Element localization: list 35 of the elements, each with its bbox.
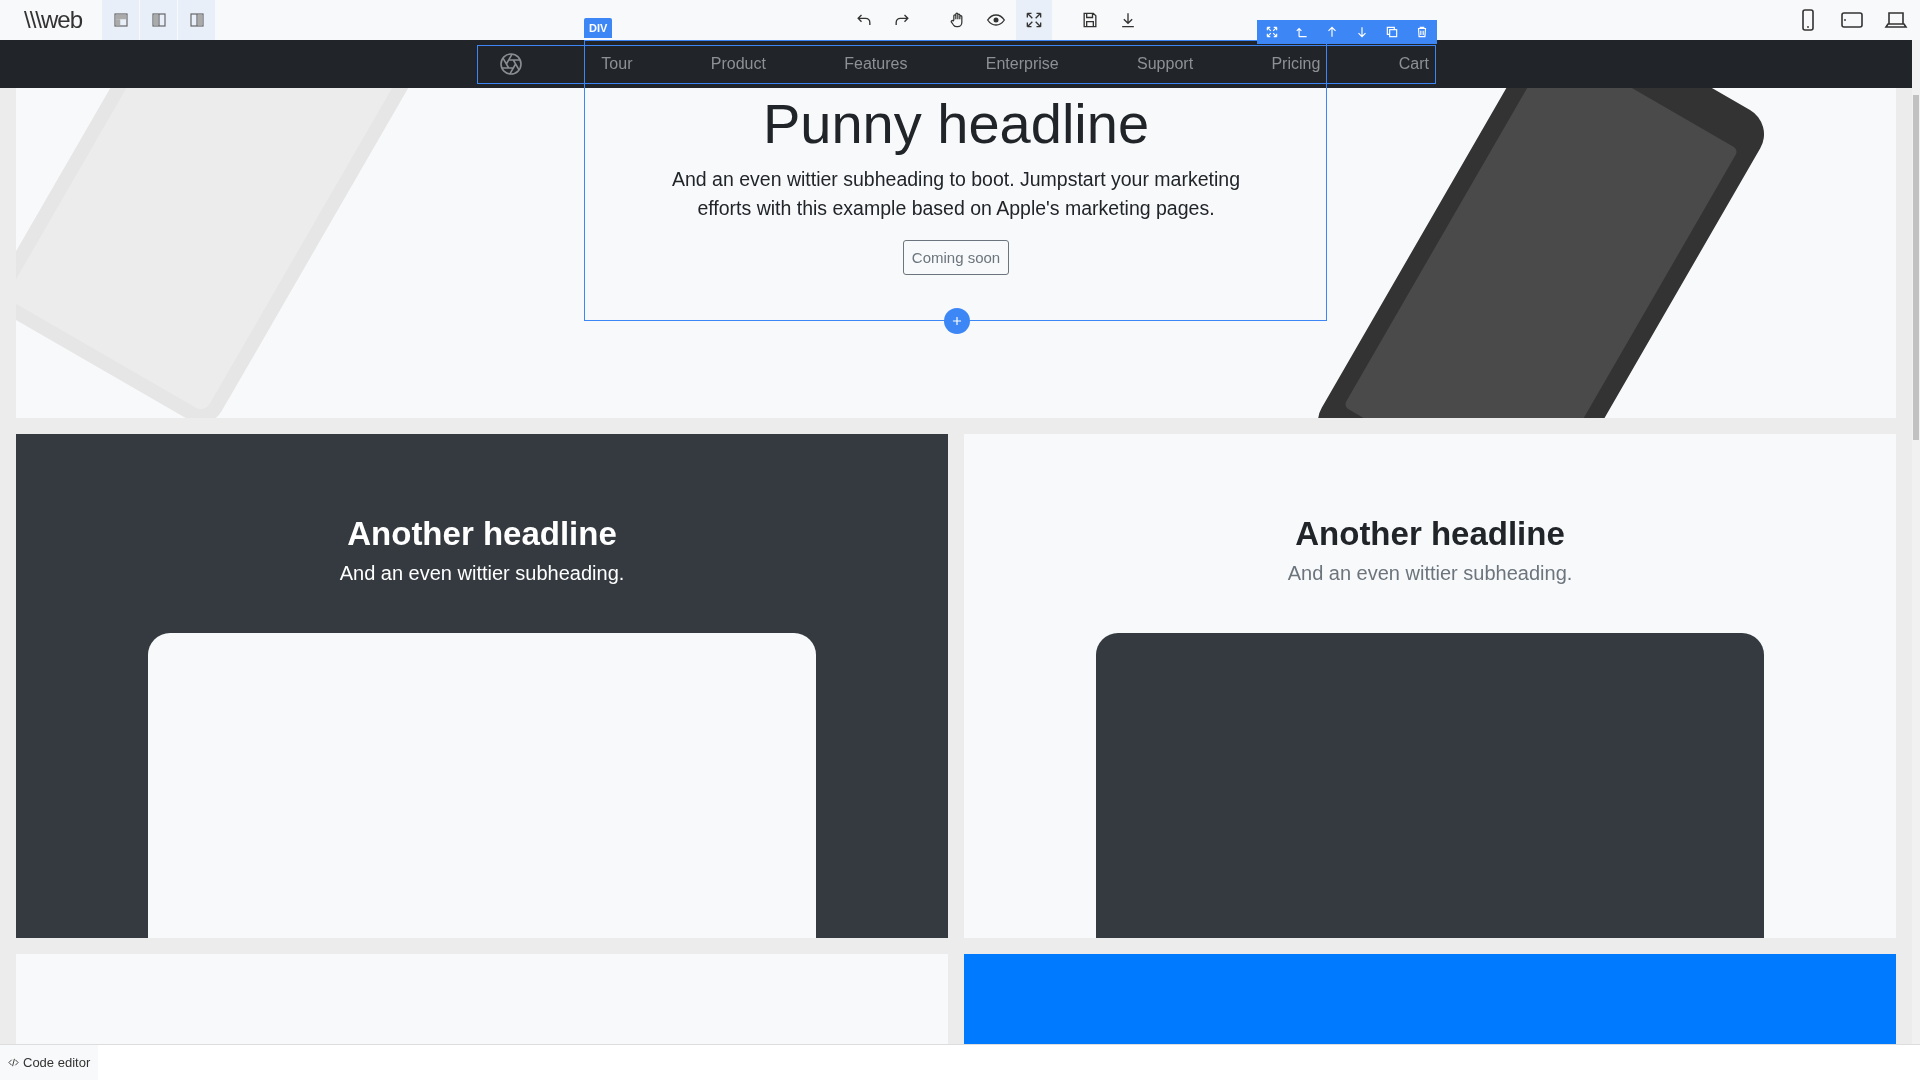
card-subheading: And an even wittier subheading. (1287, 561, 1573, 585)
code-editor-button[interactable]: Code editor (0, 1045, 99, 1080)
layout-button[interactable] (102, 0, 140, 40)
expand-icon (1265, 25, 1279, 39)
arrow-up-icon (1325, 25, 1339, 39)
nav-link[interactable]: Features (844, 55, 908, 73)
aperture-icon[interactable] (499, 52, 523, 76)
arrow-down-icon (1355, 25, 1369, 39)
fullscreen-button[interactable] (1016, 0, 1052, 40)
hero-headline: Punny headline (762, 91, 1150, 157)
coming-soon-button[interactable]: Coming soon (902, 239, 1010, 275)
element-tag-label: DIV (584, 18, 613, 38)
nav-link[interactable]: Pricing (1271, 55, 1321, 73)
trash-icon (1415, 25, 1429, 39)
layout-button[interactable] (140, 0, 178, 40)
layout-icon (111, 11, 130, 29)
card-headline: Another headline (1295, 514, 1565, 554)
copy-icon (1385, 25, 1399, 39)
columns-icon (149, 11, 168, 29)
nav-link[interactable]: Cart (1398, 55, 1429, 73)
code-icon (8, 1057, 19, 1068)
scrollbar[interactable] (1912, 40, 1920, 1044)
hero-subheading: And an even wittier subheading to boot. Jumpstart your marketing efforts with this example based on Apple's marketing pages. (671, 167, 1241, 222)
layout-button[interactable] (178, 0, 216, 40)
nav-link[interactable]: Support (1137, 55, 1194, 73)
nav-link[interactable]: Product (710, 55, 766, 73)
nav-link[interactable]: Tour (601, 55, 633, 73)
logo: \\\web (23, 6, 84, 34)
fullscreen-icon (1024, 10, 1044, 30)
nav-link[interactable]: Enterprise (985, 55, 1059, 73)
card-headline: Another headline (347, 514, 617, 554)
columns-icon (187, 11, 206, 29)
card-subheading: And an even wittier subheading. (339, 561, 625, 585)
corner-arrow-icon (1295, 25, 1309, 39)
plus-icon (950, 314, 964, 328)
